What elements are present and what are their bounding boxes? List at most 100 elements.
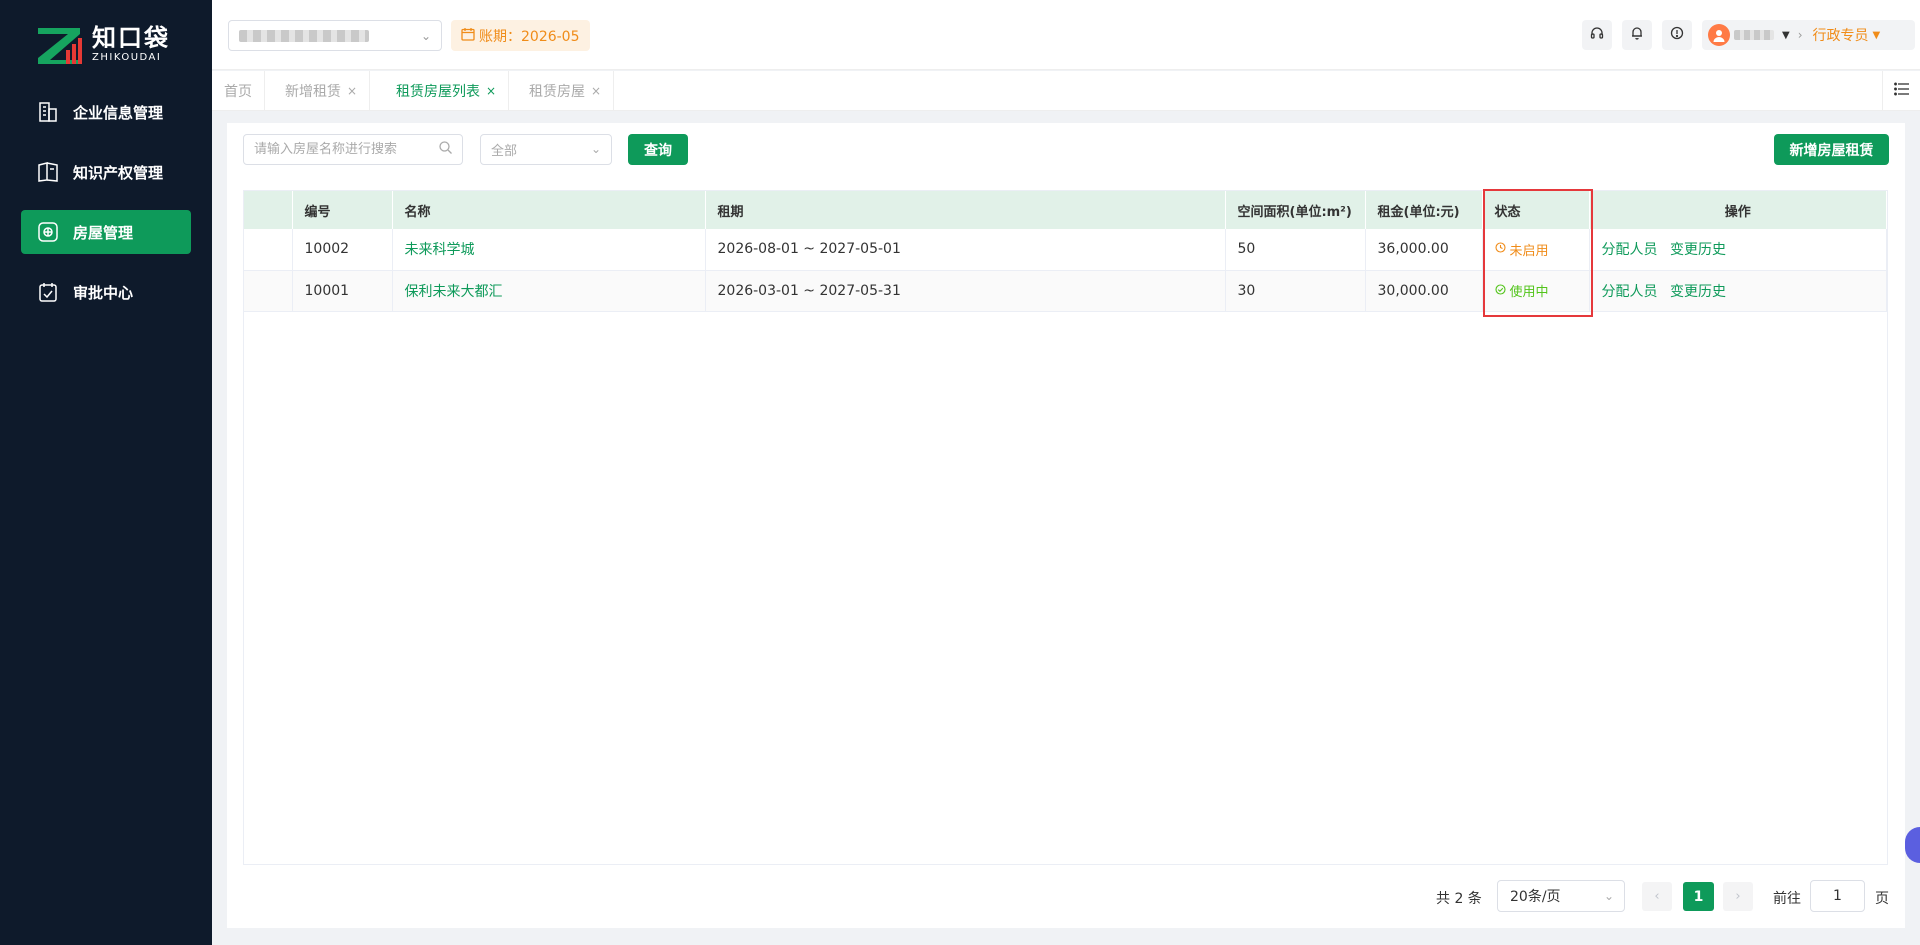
company-select[interactable]: ⌄ (228, 20, 442, 51)
support-button[interactable] (1582, 20, 1612, 50)
status-filter-value: 全部 (491, 144, 518, 159)
assign-staff-link[interactable]: 分配人员 (1602, 284, 1658, 300)
sidebar-item-ip[interactable]: 知识产权管理 (21, 150, 191, 194)
status-label: 未启用 (1509, 243, 1549, 259)
next-page-button[interactable]: › (1723, 882, 1753, 911)
table-header-row: 编号 名称 租期 空间面积(单位:m²) 租金(单位:元) 状态 操作 (244, 191, 1887, 229)
tab-label: 租赁房屋列表 (396, 83, 480, 100)
total-count: 共 2 条 (1436, 891, 1482, 907)
tab-label: 租赁房屋 (529, 83, 585, 100)
sidebar-item-label: 审批中心 (73, 283, 134, 302)
search-input[interactable] (243, 134, 463, 165)
username-redacted (1734, 30, 1774, 40)
building-icon (37, 101, 59, 123)
search-icon[interactable] (439, 141, 452, 158)
close-icon[interactable]: × (486, 84, 496, 98)
assign-staff-link[interactable]: 分配人员 (1602, 242, 1658, 258)
cell-term: 2026-08-01 ~ 2027-05-01 (705, 229, 1226, 271)
tab-list-button[interactable] (1882, 71, 1920, 110)
cell-area: 30 (1225, 270, 1366, 312)
add-lease-button[interactable]: 新增房屋租赁 (1774, 134, 1889, 165)
status-badge: 未启用 (1494, 240, 1549, 259)
table-row: 10001 保利未来大都汇 2026-03-01 ~ 2027-05-31 30… (244, 270, 1887, 312)
page-size-select[interactable]: 20条/页 ⌄ (1497, 880, 1625, 912)
query-button[interactable]: 查询 (628, 134, 688, 165)
headset-icon (1590, 26, 1604, 44)
user-menu[interactable]: ▼ › 行政专员 ▼ (1702, 20, 1915, 50)
sidebar-nav: 企业信息管理 知识产权管理 房屋管理 审批中心 (0, 90, 212, 330)
page-unit-label: 页 (1875, 891, 1889, 907)
col-id: 编号 (292, 191, 393, 229)
prev-page-button[interactable]: ‹ (1642, 882, 1672, 911)
status-badge: 使用中 (1494, 281, 1549, 300)
main-panel: 全部 ⌄ 查询 新增房屋租赁 编号 名称 租期 空间面积(单位:m²) 租金(单… (227, 123, 1905, 928)
change-history-link[interactable]: 变更历史 (1670, 242, 1726, 258)
col-name: 名称 (392, 191, 706, 229)
tab-home[interactable]: 首页 (212, 71, 265, 110)
sidebar-item-enterprise-info[interactable]: 企业信息管理 (21, 90, 191, 134)
sidebar-item-label: 企业信息管理 (73, 103, 164, 122)
role-caret-icon: ▼ (1872, 29, 1881, 41)
house-icon (37, 221, 59, 243)
bell-icon (1630, 26, 1644, 44)
cell-term: 2026-03-01 ~ 2027-05-31 (705, 270, 1226, 312)
calendar-icon (461, 27, 475, 45)
check-circle-icon (1494, 283, 1506, 298)
lease-table: 编号 名称 租期 空间面积(单位:m²) 租金(单位:元) 状态 操作 1000… (243, 190, 1888, 865)
sidebar-item-housing[interactable]: 房屋管理 (21, 210, 191, 254)
billing-period-label: 账期：2026-05 (479, 28, 580, 45)
house-name-link[interactable]: 未来科学城 (405, 242, 475, 258)
sidebar-item-approval[interactable]: 审批中心 (21, 270, 191, 314)
row-select[interactable] (244, 270, 293, 312)
clock-icon (1494, 242, 1506, 256)
page-size-value: 20条/页 (1510, 889, 1561, 905)
house-name-link[interactable]: 保利未来大都汇 (405, 284, 503, 300)
list-icon (1893, 81, 1910, 100)
tab-add-lease[interactable]: 新增租赁 × (273, 71, 371, 110)
role-label[interactable]: 行政专员 (1813, 25, 1869, 45)
close-icon[interactable]: × (347, 84, 357, 98)
chevron-down-icon: ⌄ (1603, 889, 1614, 903)
tab-label: 首页 (224, 83, 252, 100)
cell-rent: 30,000.00 (1365, 270, 1483, 312)
col-area: 空间面积(单位:m²) (1225, 191, 1366, 229)
change-history-link[interactable]: 变更历史 (1670, 284, 1726, 300)
close-icon[interactable]: × (591, 84, 601, 98)
sidebar-item-label: 房屋管理 (73, 223, 134, 242)
top-header: ⌄ 账期：2026-05 ▼ › 行政专员 ▼ (212, 0, 1920, 70)
row-select[interactable] (244, 229, 293, 271)
col-select (244, 191, 293, 229)
billing-period-badge[interactable]: 账期：2026-05 (451, 20, 590, 51)
tab-leased-house[interactable]: 租赁房屋 × (517, 71, 615, 110)
brand-name-en: ZHIKOUDAI (92, 52, 162, 63)
cell-rent: 36,000.00 (1365, 229, 1483, 271)
chevron-left-icon: ‹ (1654, 889, 1660, 904)
notification-button[interactable] (1622, 20, 1652, 50)
page-number-current[interactable]: 1 (1683, 882, 1714, 911)
goto-label: 前往 (1773, 891, 1801, 907)
avatar (1708, 24, 1730, 46)
alert-icon (1670, 26, 1684, 44)
tab-label: 新增租赁 (285, 83, 341, 100)
chevron-right-icon: › (1735, 889, 1741, 904)
tab-bar: 首页 新增租赁 × 租赁房屋列表 × 租赁房屋 × (212, 71, 1920, 111)
logo-icon (36, 24, 84, 66)
tab-lease-list[interactable]: 租赁房屋列表 × (384, 71, 510, 110)
col-term: 租期 (705, 191, 1226, 229)
goto-page-input[interactable] (1810, 880, 1865, 912)
caret-down-icon: ▼ (1782, 29, 1790, 41)
cell-id: 10002 (292, 229, 393, 271)
chat-widget-button[interactable] (1905, 827, 1920, 863)
cell-id: 10001 (292, 270, 393, 312)
col-actions: 操作 (1589, 191, 1887, 229)
clipboard-icon (37, 281, 59, 303)
status-filter-select[interactable]: 全部 ⌄ (480, 134, 612, 165)
col-status: 状态 (1482, 191, 1590, 229)
info-button[interactable] (1662, 20, 1692, 50)
brand-name: 知口袋 (92, 24, 170, 52)
col-rent: 租金(单位:元) (1365, 191, 1483, 229)
book-icon (37, 161, 59, 183)
brand-logo[interactable]: 知口袋 ZHIKOUDAI (36, 22, 186, 68)
chevron-right-icon: › (1797, 28, 1803, 42)
sidebar-item-label: 知识产权管理 (73, 163, 164, 182)
